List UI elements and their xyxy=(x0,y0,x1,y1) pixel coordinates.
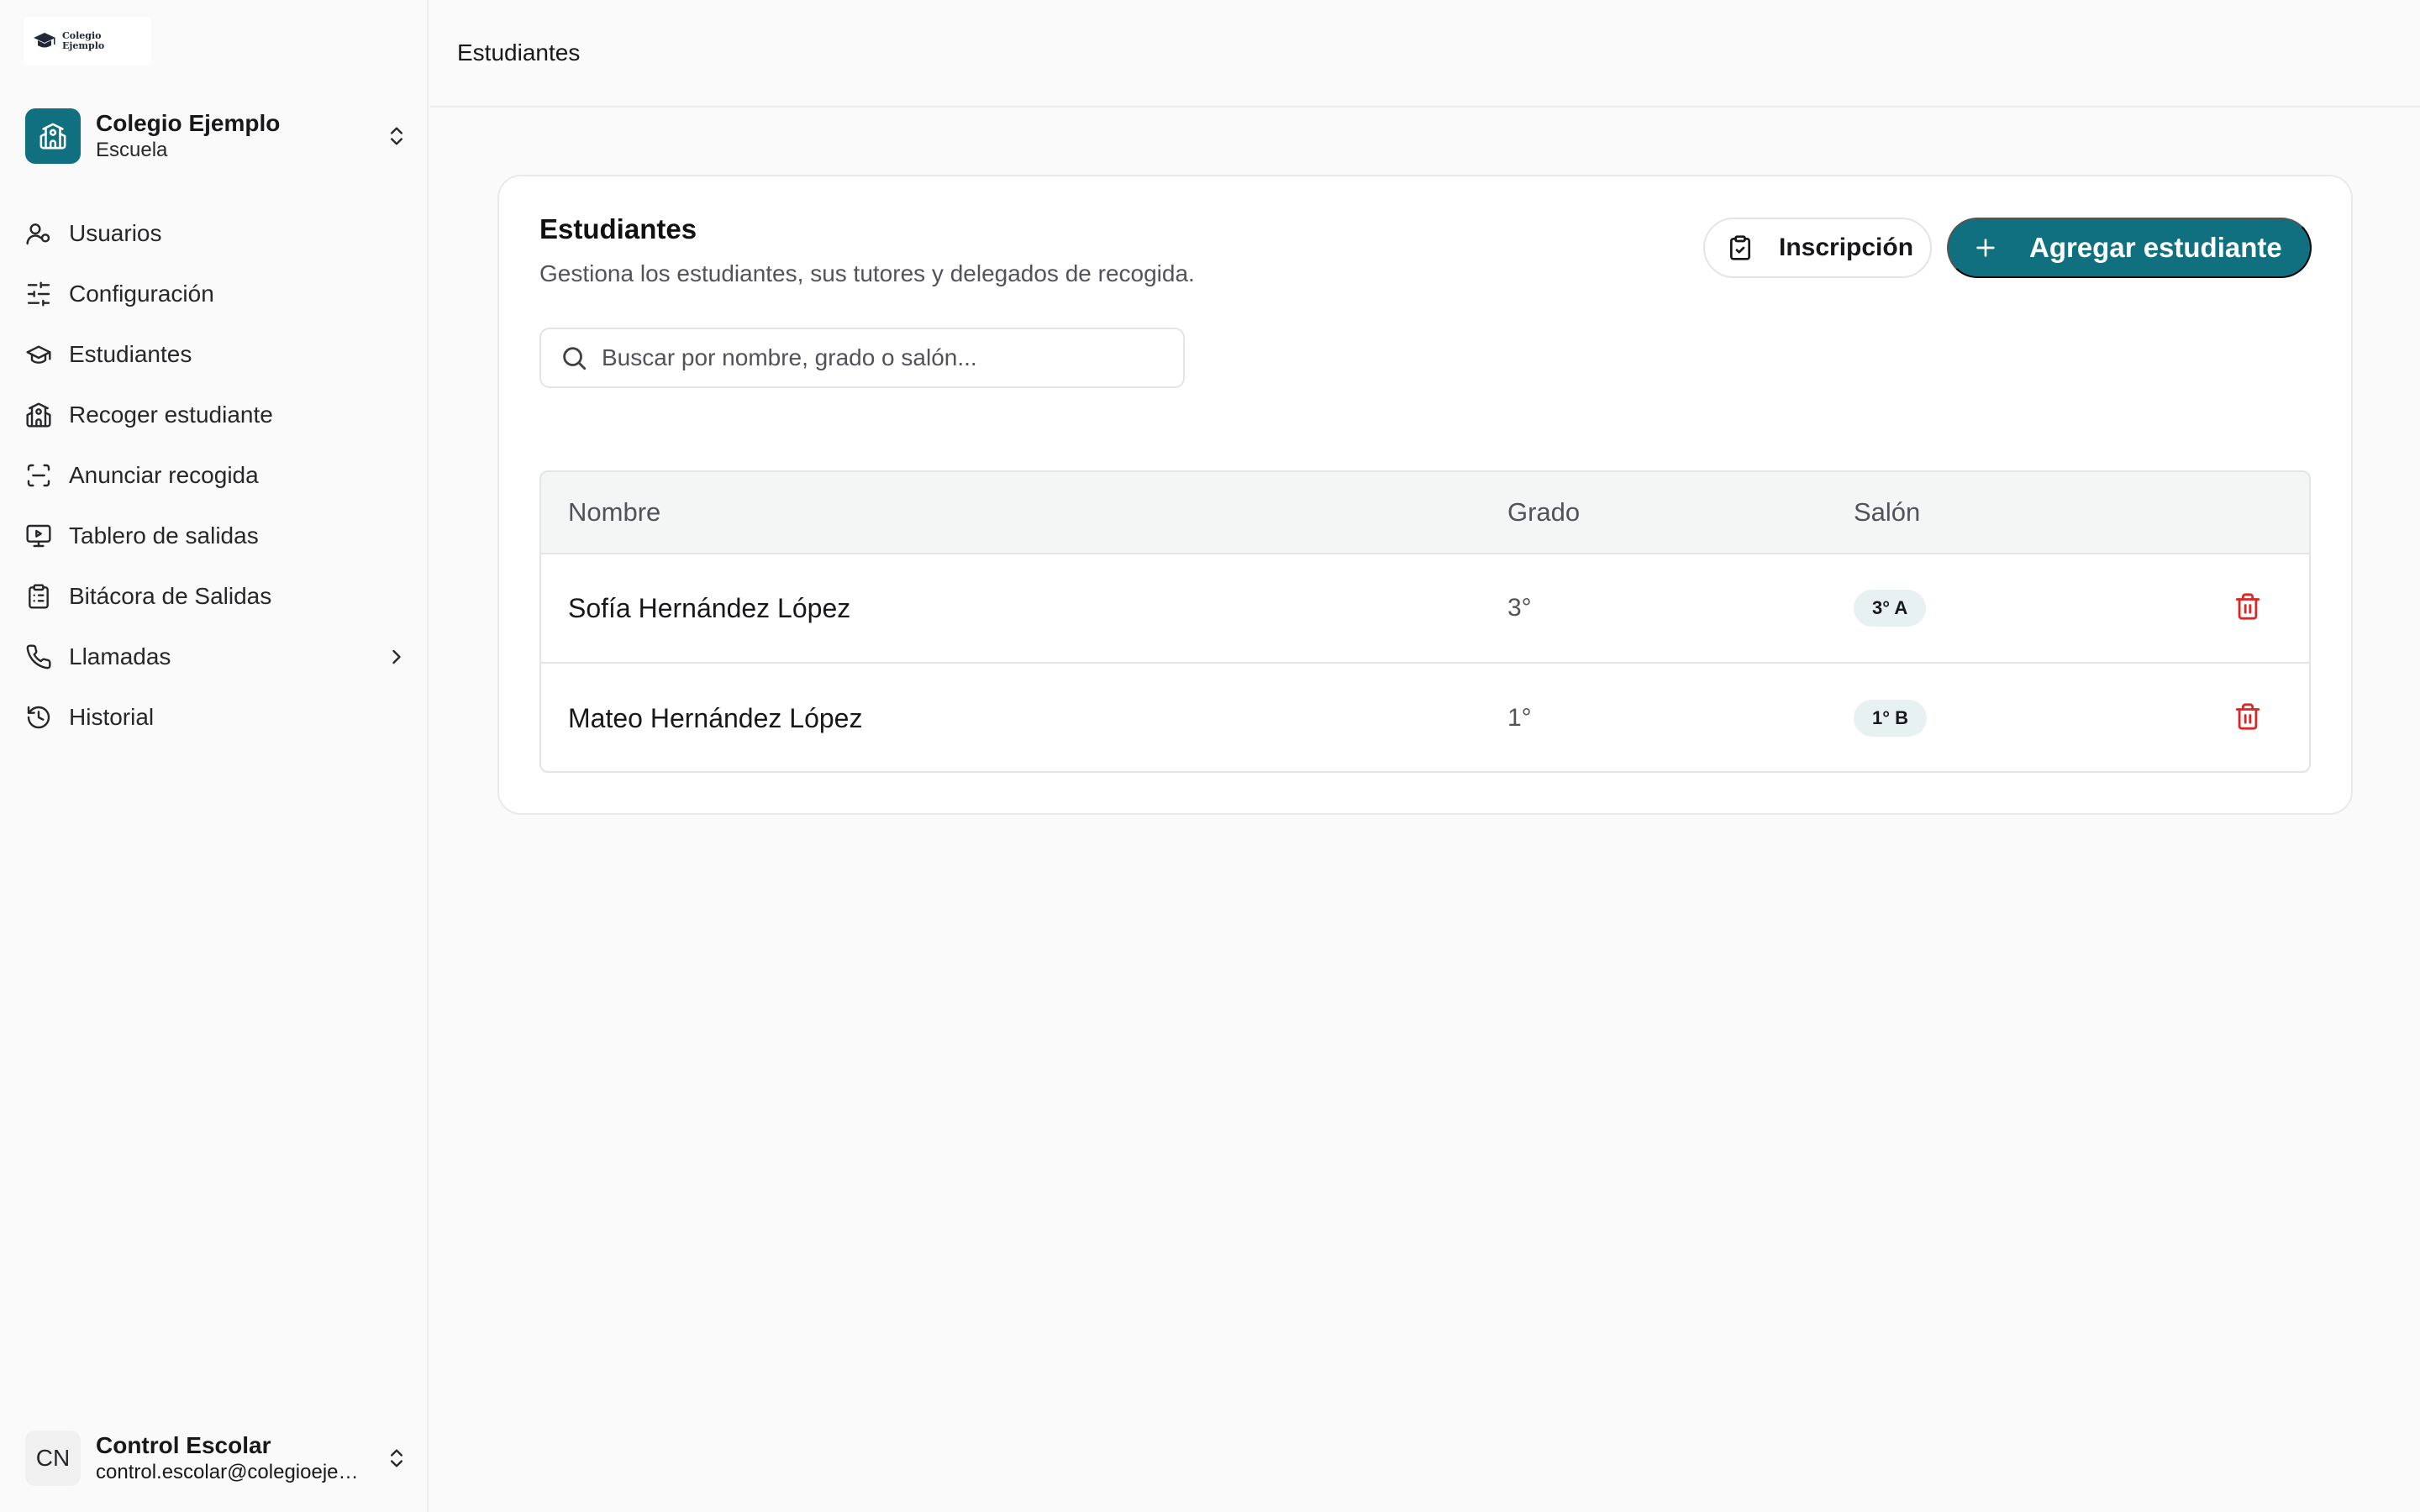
sidebar-item-label: Bitácora de Salidas xyxy=(69,583,272,609)
user-name: Control Escolar xyxy=(96,1432,271,1458)
add-student-button[interactable]: Agregar estudiante xyxy=(1947,218,2312,278)
sidebar-item-historial[interactable]: Historial xyxy=(25,687,408,748)
table-row[interactable]: Mateo Hernández López 1° 1° B xyxy=(541,664,2309,771)
trash-icon[interactable] xyxy=(2233,592,2262,621)
history-icon xyxy=(27,706,50,729)
sidebar-item-usuarios[interactable]: Usuarios xyxy=(25,203,408,264)
sidebar-item-tablero-de-salidas[interactable]: Tablero de salidas xyxy=(25,506,408,566)
scan-icon xyxy=(27,464,50,487)
sidebar-item-recoger-estudiante[interactable]: Recoger estudiante xyxy=(25,385,408,445)
clipboard-check-icon xyxy=(1730,235,1750,260)
search-input[interactable] xyxy=(602,344,1173,371)
sidebar-item-label: Recoger estudiante xyxy=(69,402,273,428)
topbar: Estudiantes xyxy=(430,0,2420,108)
sidebar-item-label: Usuarios xyxy=(69,220,162,246)
sidebar-item-label: Historial xyxy=(69,704,155,730)
graduation-cap-icon xyxy=(26,345,51,364)
sidebar-item-anunciar-recogida[interactable]: Anunciar recogida xyxy=(25,445,408,506)
org-name: Colegio Ejemplo xyxy=(96,110,281,136)
card-title: Estudiantes xyxy=(539,213,697,244)
chevron-right-icon xyxy=(392,649,401,664)
plus-icon xyxy=(1976,239,1995,257)
students-card: Estudiantes Gestiona los estudiantes, su… xyxy=(497,175,2353,815)
column-header-nombre: Nombre xyxy=(568,497,661,527)
student-name: Sofía Hernández López xyxy=(568,592,851,623)
sidebar-item-llamadas[interactable]: Llamadas xyxy=(25,627,408,687)
user-menu[interactable]: CN Control Escolar control.escolar@coleg… xyxy=(25,1425,408,1492)
sidebar-item-bitacora-de-salidas[interactable]: Bitácora de Salidas xyxy=(25,566,408,627)
search-icon xyxy=(563,347,587,370)
trash-icon[interactable] xyxy=(2233,702,2262,731)
user-email: control.escolar@colegioejemplo.edu xyxy=(96,1461,373,1483)
sliders-icon xyxy=(27,281,50,307)
enrollment-button[interactable]: Inscripción xyxy=(1703,218,1932,278)
graduation-cap-logo-icon xyxy=(34,33,55,48)
clipboard-list-icon xyxy=(29,584,49,609)
avatar: CN xyxy=(25,1431,81,1486)
chevrons-up-down-icon xyxy=(391,1449,402,1467)
phone-icon xyxy=(26,644,51,669)
table-row[interactable]: Sofía Hernández López 3° 3° A xyxy=(541,554,2309,664)
sidebar-item-label: Estudiantes xyxy=(69,341,192,367)
sidebar-item-configuracion[interactable]: Configuración xyxy=(25,264,408,324)
monitor-play-icon xyxy=(26,524,51,548)
org-switcher[interactable]: Colegio Ejemplo Escuela xyxy=(25,102,408,170)
school-icon xyxy=(26,402,51,428)
classroom-badge: 3° A xyxy=(1854,590,1927,627)
sidebar-nav: Usuarios Configuración Estudiantes Recog… xyxy=(25,203,408,748)
column-header-salon: Salón xyxy=(1854,497,1921,527)
org-avatar xyxy=(25,108,81,164)
table-header: Nombre Grado Salón xyxy=(541,472,2309,554)
chevrons-up-down-icon xyxy=(391,127,402,145)
sidebar-item-label: Anunciar recogida xyxy=(69,462,259,488)
sidebar-item-estudiantes[interactable]: Estudiantes xyxy=(25,324,408,385)
students-table: Nombre Grado Salón Sofía Hernández López… xyxy=(539,470,2311,773)
add-student-button-label: Agregar estudiante xyxy=(2029,232,2282,263)
student-grade: 3° xyxy=(1507,594,1532,622)
school-logo[interactable]: Colegio Ejemplo xyxy=(24,17,151,66)
sidebar: Colegio Ejemplo Colegio Ejemplo Escuela … xyxy=(0,0,429,1512)
users-icon xyxy=(26,223,50,245)
sidebar-item-label: Tablero de salidas xyxy=(69,522,259,549)
search-box[interactable] xyxy=(539,328,1185,388)
page-title: Estudiantes xyxy=(457,39,581,66)
classroom-badge: 1° B xyxy=(1854,700,1928,737)
card-description: Gestiona los estudiantes, sus tutores y … xyxy=(539,260,1195,286)
logo-line2: Ejemplo xyxy=(62,40,105,51)
student-name: Mateo Hernández López xyxy=(568,702,863,733)
org-type: Escuela xyxy=(96,139,168,161)
logo-text: Colegio Ejemplo xyxy=(62,31,104,51)
sidebar-item-label: Llamadas xyxy=(69,643,171,669)
sidebar-item-label: Configuración xyxy=(69,281,214,307)
student-grade: 1° xyxy=(1507,704,1532,732)
school-icon xyxy=(39,123,66,150)
column-header-grado: Grado xyxy=(1507,497,1581,527)
enrollment-button-label: Inscripción xyxy=(1779,234,1914,261)
